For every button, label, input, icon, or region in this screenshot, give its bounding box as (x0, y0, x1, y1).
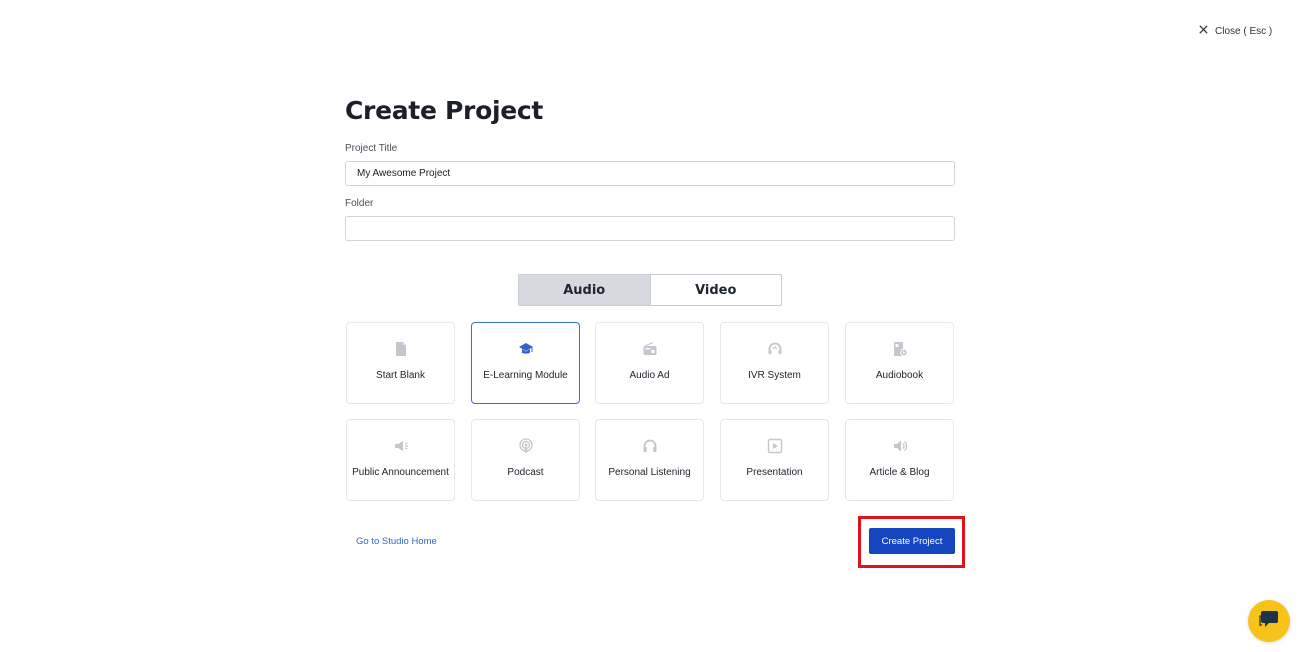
audio-tab[interactable]: Audio (519, 275, 651, 305)
create-project-button[interactable]: Create Project (869, 528, 955, 554)
media-type-toggle: Audio Video (518, 274, 782, 306)
template-start-blank[interactable]: Start Blank (346, 322, 455, 404)
video-tab[interactable]: Video (651, 275, 782, 305)
template-personal-listening[interactable]: Personal Listening (595, 419, 704, 501)
template-label: Public Announcement (352, 467, 449, 478)
template-ivr-system[interactable]: IVR System (720, 322, 829, 404)
graduation-cap-icon (518, 341, 534, 357)
podcast-icon (518, 438, 534, 454)
template-public-announcement[interactable]: Public Announcement (346, 419, 455, 501)
radio-icon (642, 341, 658, 357)
template-presentation[interactable]: Presentation (720, 419, 829, 501)
template-label: Personal Listening (608, 467, 691, 478)
template-label: E-Learning Module (483, 370, 568, 381)
folder-input[interactable] (345, 216, 955, 241)
template-label: Podcast (507, 467, 544, 478)
template-article-blog[interactable]: Article & Blog (845, 419, 954, 501)
template-audio-ad[interactable]: Audio Ad (595, 322, 704, 404)
template-e-learning-module[interactable]: E-Learning Module (471, 322, 580, 404)
template-label: Article & Blog (869, 467, 930, 478)
speaker-icon (892, 438, 908, 454)
document-icon (393, 341, 409, 357)
create-project-page: Close ( Esc ) Create Project Project Tit… (0, 0, 1300, 652)
audiobook-icon (892, 341, 908, 357)
play-square-icon (767, 438, 783, 454)
template-label: Audio Ad (629, 370, 670, 381)
folder-label: Folder (345, 198, 374, 209)
template-label: Start Blank (376, 370, 425, 381)
go-to-studio-home-link[interactable]: Go to Studio Home (356, 536, 437, 547)
template-audiobook[interactable]: Audiobook (845, 322, 954, 404)
close-button[interactable]: Close ( Esc ) (1198, 24, 1272, 38)
chat-support-button[interactable] (1248, 600, 1290, 642)
template-label: IVR System (748, 370, 801, 381)
template-label: Audiobook (875, 370, 924, 381)
template-podcast[interactable]: Podcast (471, 419, 580, 501)
close-label: Close ( Esc ) (1215, 25, 1273, 37)
chat-bubble-icon (1258, 608, 1280, 635)
headphones-icon (642, 438, 658, 454)
close-icon (1198, 24, 1209, 38)
project-title-label: Project Title (345, 143, 398, 154)
template-label: Presentation (746, 467, 803, 478)
megaphone-icon (393, 438, 409, 454)
headset-icon (767, 341, 783, 357)
page-title: Create Project (345, 96, 544, 125)
project-title-input[interactable] (345, 161, 955, 186)
